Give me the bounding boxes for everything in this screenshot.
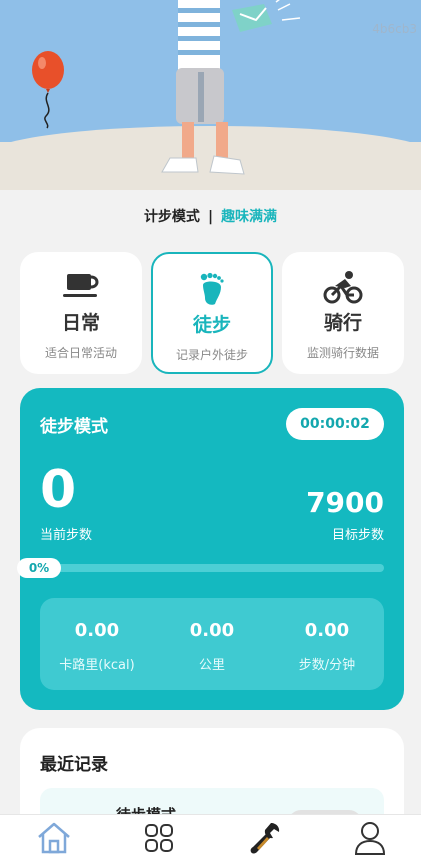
user-icon	[354, 822, 386, 855]
balloon-icon	[32, 51, 64, 129]
tab-tools[interactable]	[245, 821, 285, 855]
stat-label: 公里	[198, 658, 225, 673]
stat-value: 0.00	[304, 620, 350, 641]
mode-card-cycling[interactable]: 骑行 监测骑行数据	[282, 252, 404, 374]
progress-track	[40, 564, 384, 572]
mode-card-title: 徒步	[192, 314, 231, 336]
hero-illustration: 4b6cb3	[0, 0, 421, 190]
mode-heading: 计步模式 | 趣味满满	[0, 206, 421, 226]
mode-card-desc: 记录户外徒步	[175, 348, 248, 362]
bottom-tab-bar	[0, 814, 421, 858]
tab-apps[interactable]	[139, 821, 179, 855]
mode-heading-label: 计步模式	[143, 209, 200, 225]
progress-badge: 0%	[17, 558, 61, 578]
stat-value: 0.00	[189, 620, 235, 641]
current-mode-title: 徒步模式	[40, 417, 108, 437]
wrench-icon	[250, 823, 280, 854]
mode-card-daily[interactable]: 日常 适合日常活动	[20, 252, 142, 374]
goal-steps: 7900	[306, 486, 384, 519]
elapsed-timer: 00:00:02	[286, 408, 384, 440]
mode-card-title: 骑行	[323, 312, 362, 334]
goal-steps-label: 目标步数	[331, 528, 384, 543]
tab-home[interactable]	[34, 821, 74, 855]
watermark-text: 4b6cb3	[372, 22, 417, 36]
mode-card-desc: 适合日常活动	[44, 346, 117, 360]
mode-heading-separator: |	[207, 209, 214, 225]
stat-calories: 0.00 卡路里(kcal)	[40, 598, 154, 690]
tab-profile[interactable]	[350, 821, 390, 855]
walker-figure	[161, 0, 301, 175]
current-steps-label: 当前步数	[40, 528, 93, 543]
mode-card-hiking[interactable]: 徒步 记录户外徒步	[151, 252, 273, 374]
step-counter-card: 徒步模式 00:00:02 0 当前步数 7900 目标步数 0% 0.00 卡…	[17, 388, 404, 710]
stats-panel: 0.00 卡路里(kcal) 0.00 公里 0.00 步数/分钟	[40, 598, 384, 690]
recent-records-title: 最近记录	[40, 755, 108, 775]
stat-distance: 0.00 公里	[155, 598, 269, 690]
cup-icon	[20, 270, 142, 304]
grid-icon	[145, 824, 173, 852]
stat-label: 步数/分钟	[298, 658, 356, 673]
home-icon	[38, 822, 70, 854]
current-steps: 0	[40, 460, 77, 520]
stat-label: 卡路里(kcal)	[59, 658, 135, 673]
stat-value: 0.00	[74, 620, 120, 641]
mode-card-desc: 监测骑行数据	[306, 346, 379, 360]
footprint-icon	[153, 272, 271, 306]
stat-cadence: 0.00 步数/分钟	[270, 598, 384, 690]
cycling-icon	[282, 270, 404, 304]
mode-heading-tagline: 趣味满满	[221, 209, 278, 225]
mode-card-title: 日常	[61, 312, 100, 334]
